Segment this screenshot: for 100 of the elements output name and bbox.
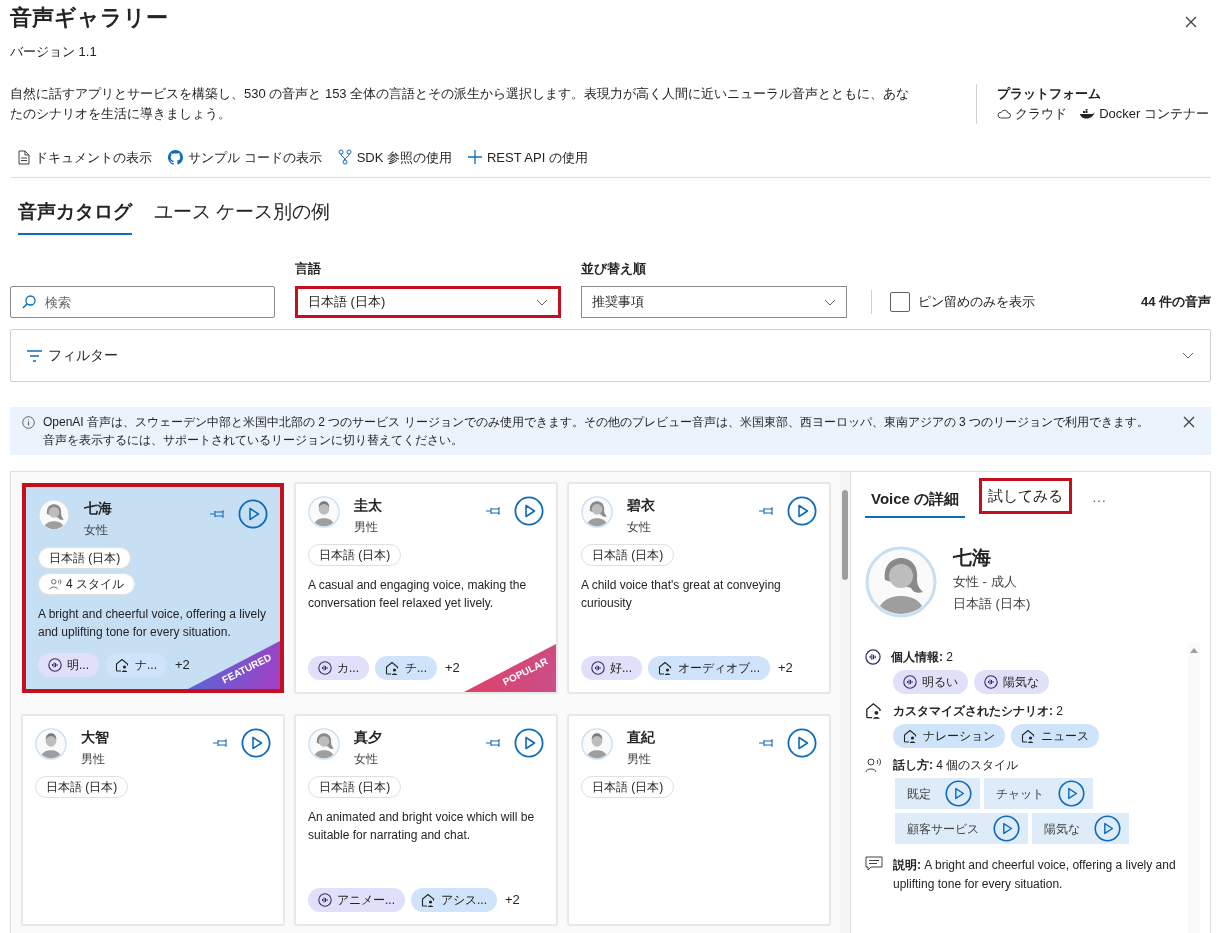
voice-subtitle: 女性 - 成人 bbox=[953, 573, 1018, 591]
style-play-button[interactable]: 顧客サービス bbox=[895, 813, 1028, 844]
pin-icon bbox=[486, 738, 502, 748]
notice-text: OpenAI 音声は、スウェーデン中部と米国中北部の 2 つのサービス リージョンでのみ使用できます。その他のプレビュー音声は、米国東部、西ヨーロッパ、東南アジアの 3 つのリージョンで利用できます。音声を表示するには、サポートされているリージョンに切り替えてください。 bbox=[43, 414, 1151, 449]
dropdown[interactable]: 日本語 (日本) bbox=[295, 286, 561, 318]
page-title: 音声ギャラリー bbox=[10, 4, 168, 32]
more-button[interactable]: ··· bbox=[1092, 482, 1107, 518]
pin-button[interactable] bbox=[759, 738, 775, 748]
chevron-down-icon bbox=[824, 298, 836, 306]
style-count-tag: 4 スタイル bbox=[38, 573, 135, 595]
dropdown-label: 並び替え順 bbox=[581, 259, 647, 278]
chevron-down-icon bbox=[536, 298, 548, 306]
panel-tab[interactable]: 試してみる bbox=[979, 478, 1073, 514]
description-text: 自然に話すアプリとサービスを構築し、530 の音声と 153 全体の言語とその派生から選択します。表現力が高く人間に近いニューラル音声とともに、あなたのシナリオを生活に導きましょう。 bbox=[10, 84, 911, 123]
more-count: +2 bbox=[445, 659, 460, 678]
branch-icon bbox=[337, 149, 352, 166]
dropdown[interactable]: 推奨事項 bbox=[581, 286, 847, 318]
style-play-button[interactable]: 既定 bbox=[895, 778, 980, 809]
pin-button[interactable] bbox=[486, 506, 502, 516]
language-tag: 日本語 (日本) bbox=[38, 547, 132, 569]
toolbar-link[interactable]: REST API の使用 bbox=[467, 147, 588, 167]
personality-tag: カ... bbox=[308, 656, 369, 680]
house-person-icon bbox=[421, 892, 436, 908]
voice-card[interactable]: 真夕 女性 日本語 (日本) An animated and bright voice which will be suitable for narrating and chat. アニメー... アシス... +2 bbox=[295, 715, 557, 925]
tab[interactable]: 音声カタログ bbox=[18, 198, 132, 235]
checkbox-label: ピン留めのみを表示 bbox=[918, 293, 1035, 312]
personality-tag: 明... bbox=[38, 653, 99, 677]
pin-button[interactable] bbox=[210, 509, 226, 519]
chevron-down-icon bbox=[1182, 352, 1194, 359]
scenario-tag: ナレーション bbox=[893, 724, 1005, 748]
pin-button[interactable] bbox=[486, 738, 502, 748]
plus-icon bbox=[467, 150, 482, 165]
style-play-button[interactable]: チャット bbox=[984, 778, 1093, 809]
scrollbar[interactable] bbox=[840, 472, 850, 933]
play-icon bbox=[238, 499, 268, 529]
section-heading: 個人情報: 2 bbox=[891, 649, 953, 666]
toolbar-link[interactable]: ドキュメントの表示 bbox=[18, 147, 152, 167]
section-heading: カスタマイズされたシナリオ: 2 bbox=[893, 703, 1063, 720]
scroll-up-arrow-icon bbox=[1190, 648, 1198, 653]
platform-label: クラウド bbox=[1015, 104, 1068, 123]
play-button[interactable] bbox=[238, 499, 268, 529]
voice-card[interactable]: 碧衣 女性 日本語 (日本) A child voice that's great at conveying curiousity 好... オーディオブ... +2 bbox=[568, 483, 830, 693]
version-label: バージョン 1.1 bbox=[10, 43, 98, 61]
pin-icon bbox=[210, 509, 226, 519]
checkbox[interactable] bbox=[890, 292, 910, 312]
language-tag: 日本語 (日本) bbox=[581, 544, 675, 566]
voice-card[interactable]: 直紀 男性 日本語 (日本) bbox=[568, 715, 830, 925]
sound-wave-icon bbox=[48, 658, 62, 672]
section-heading: 話し方: 4 個のスタイル bbox=[893, 757, 1019, 774]
sound-wave-icon bbox=[865, 649, 881, 665]
play-button[interactable] bbox=[787, 496, 817, 526]
scrollbar[interactable] bbox=[1188, 642, 1200, 933]
whale-icon bbox=[1079, 108, 1096, 119]
person-voice-icon bbox=[49, 578, 63, 590]
play-icon bbox=[787, 496, 817, 526]
more-count: +2 bbox=[505, 891, 520, 910]
house-person-icon bbox=[903, 728, 918, 744]
play-button[interactable] bbox=[514, 496, 544, 526]
scrollbar-thumb[interactable] bbox=[842, 490, 848, 580]
personality-tag: アニメー... bbox=[308, 888, 405, 912]
github-icon bbox=[168, 149, 183, 165]
gender-label: 女性 bbox=[84, 522, 109, 539]
voice-card[interactable]: 大智 男性 日本語 (日本) bbox=[22, 715, 284, 925]
play-icon bbox=[787, 728, 817, 758]
search-icon bbox=[22, 295, 36, 309]
play-button[interactable] bbox=[787, 728, 817, 758]
scenario-tag: オーディオブ... bbox=[648, 656, 771, 680]
tab[interactable]: ユース ケース別の例 bbox=[154, 198, 331, 235]
play-button[interactable] bbox=[241, 728, 271, 758]
toolbar-link[interactable]: サンプル コードの表示 bbox=[168, 147, 322, 167]
gender-label: 女性 bbox=[354, 751, 379, 768]
person-voice-icon bbox=[865, 757, 883, 773]
filter-expander[interactable]: フィルター bbox=[10, 329, 1211, 382]
comment-lines-icon bbox=[865, 856, 883, 872]
pin-icon bbox=[759, 506, 775, 516]
more-count: +2 bbox=[175, 656, 190, 675]
close-button[interactable] bbox=[1183, 14, 1199, 30]
close-icon bbox=[1185, 16, 1197, 28]
pin-icon bbox=[486, 506, 502, 516]
pin-button[interactable] bbox=[759, 506, 775, 516]
pin-icon bbox=[213, 738, 229, 748]
sound-wave-icon bbox=[591, 661, 605, 675]
language-tag: 日本語 (日本) bbox=[308, 544, 402, 566]
toolbar-link[interactable]: SDK 参照の使用 bbox=[337, 147, 452, 167]
document-icon bbox=[18, 149, 30, 165]
play-icon bbox=[514, 496, 544, 526]
play-button[interactable] bbox=[514, 728, 544, 758]
language-tag: 日本語 (日本) bbox=[35, 776, 129, 798]
sound-wave-icon bbox=[318, 893, 332, 907]
cloud-icon bbox=[997, 108, 1012, 119]
close-button[interactable] bbox=[1183, 416, 1195, 428]
pin-button[interactable] bbox=[213, 738, 229, 748]
personality-tag: 明るい bbox=[893, 670, 968, 694]
play-icon bbox=[1058, 780, 1085, 807]
style-play-button[interactable]: 陽気な bbox=[1032, 813, 1129, 844]
voice-name: 大智 bbox=[81, 728, 109, 746]
panel-tab[interactable]: Voice の詳細 bbox=[865, 482, 966, 518]
sound-wave-icon bbox=[984, 675, 998, 689]
voice-count: 44 件の音声 bbox=[1140, 293, 1211, 311]
search-field[interactable]: 検索 bbox=[10, 286, 275, 318]
